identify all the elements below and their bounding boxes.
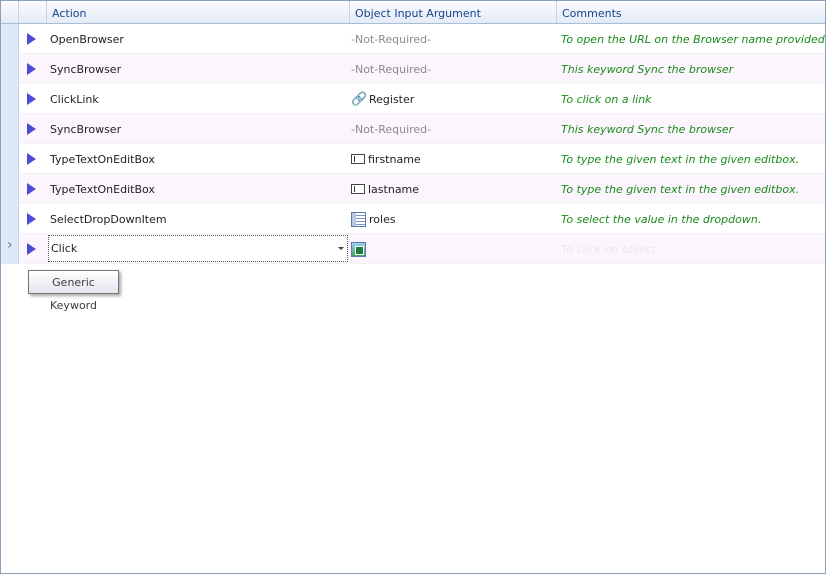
comment-cell[interactable]: To select the value in the dropdown.: [561, 204, 761, 234]
table-row[interactable]: TypeTextOnEditBox firstname To type the gi…: [1, 144, 825, 174]
object-argument-text: -Not-Required-: [351, 122, 432, 136]
table-row[interactable]: SelectDropDownItem roles To select the val…: [1, 204, 825, 234]
table-row[interactable]: SyncBrowser -Not-Required- This keyword Sy…: [1, 114, 825, 144]
object-argument-cell[interactable]: -Not-Required-: [351, 54, 431, 84]
play-icon[interactable]: [27, 33, 36, 45]
play-icon[interactable]: [27, 153, 36, 165]
editbox-icon: [351, 184, 365, 194]
row-selector[interactable]: [1, 144, 19, 174]
play-cell[interactable]: [19, 24, 47, 54]
play-cell[interactable]: [19, 54, 47, 84]
play-cell[interactable]: [19, 234, 47, 264]
object-argument-text: -Not-Required-: [351, 32, 432, 46]
comment-cell[interactable]: This keyword Sync the browser: [561, 114, 733, 144]
comment-cell[interactable]: To click on a link: [561, 84, 652, 114]
play-icon[interactable]: [27, 123, 36, 135]
column-header-object-input-argument[interactable]: Object Input Argument: [350, 1, 557, 23]
object-argument-text: firstname: [368, 152, 421, 166]
tooltip: Generic Keyword: [28, 270, 119, 312]
comment-cell[interactable]: To click on object: [561, 234, 656, 264]
header-selector-cell: [1, 1, 19, 23]
object-argument-cell[interactable]: roles: [351, 204, 396, 234]
image-icon: [351, 241, 366, 257]
comment-cell[interactable]: To type the given text in the given edit…: [561, 144, 799, 174]
comment-cell[interactable]: To open the URL on the Browser name prov…: [561, 24, 825, 54]
play-cell[interactable]: [19, 174, 47, 204]
play-cell[interactable]: [19, 204, 47, 234]
comment-cell[interactable]: To type the given text in the given edit…: [561, 174, 799, 204]
link-icon: 🔗: [351, 91, 368, 107]
chevron-down-icon[interactable]: [338, 247, 344, 250]
object-argument-cell[interactable]: firstname: [351, 144, 421, 174]
row-selector[interactable]: [1, 84, 19, 114]
action-cell[interactable]: SyncBrowser: [50, 114, 121, 144]
comment-cell[interactable]: This keyword Sync the browser: [561, 54, 733, 84]
object-argument-cell[interactable]: lastname: [351, 174, 419, 204]
row-selector[interactable]: [1, 204, 19, 234]
object-argument-cell[interactable]: -Not-Required-: [351, 24, 431, 54]
row-selector[interactable]: [1, 114, 19, 144]
column-header-action[interactable]: Action: [47, 1, 350, 23]
table-row[interactable]: OpenBrowser -Not-Required- To open the URL…: [1, 24, 825, 54]
play-cell[interactable]: [19, 114, 47, 144]
column-header-comments[interactable]: Comments: [557, 1, 825, 23]
current-row-indicator-icon: ›: [7, 237, 13, 253]
table-row[interactable]: SyncBrowser -Not-Required- This keyword Sy…: [1, 54, 825, 84]
play-icon[interactable]: [27, 93, 36, 105]
object-argument-text: roles: [369, 212, 396, 226]
action-cell[interactable]: TypeTextOnEditBox: [50, 174, 155, 204]
action-cell[interactable]: TypeTextOnEditBox: [50, 144, 155, 174]
listbox-icon: [351, 211, 366, 227]
play-icon[interactable]: [27, 183, 36, 195]
object-argument-text: -Not-Required-: [351, 62, 432, 76]
row-selector[interactable]: ›: [1, 234, 19, 264]
row-selector[interactable]: [1, 54, 19, 84]
keyword-grid: Action Object Input Argument Comments Op…: [0, 0, 826, 574]
action-cell[interactable]: OpenBrowser: [50, 24, 124, 54]
object-argument-text: Register: [369, 92, 415, 106]
row-selector[interactable]: [1, 24, 19, 54]
row-selector[interactable]: [1, 174, 19, 204]
table-row[interactable]: › Click To click on object: [1, 234, 825, 264]
object-argument-cell[interactable]: 🔗 Register: [351, 84, 414, 114]
table-row[interactable]: TypeTextOnEditBox lastname To type the giv…: [1, 174, 825, 204]
play-icon[interactable]: [27, 63, 36, 75]
action-dropdown-value: Click: [51, 242, 78, 255]
play-icon[interactable]: [27, 213, 36, 225]
play-cell[interactable]: [19, 84, 47, 114]
table-row[interactable]: ClickLink 🔗 Register To click on a link: [1, 84, 825, 114]
action-cell[interactable]: SelectDropDownItem: [50, 204, 167, 234]
play-icon[interactable]: [27, 243, 36, 255]
action-cell[interactable]: SyncBrowser: [50, 54, 121, 84]
editbox-icon: [351, 154, 365, 164]
object-argument-cell[interactable]: -Not-Required-: [351, 114, 431, 144]
header-play-cell: [19, 1, 47, 23]
play-cell[interactable]: [19, 144, 47, 174]
object-argument-cell[interactable]: [351, 234, 369, 264]
grid-header: Action Object Input Argument Comments: [1, 1, 825, 24]
object-argument-text: lastname: [368, 182, 420, 196]
action-dropdown[interactable]: Click: [48, 235, 348, 262]
action-cell[interactable]: ClickLink: [50, 84, 99, 114]
